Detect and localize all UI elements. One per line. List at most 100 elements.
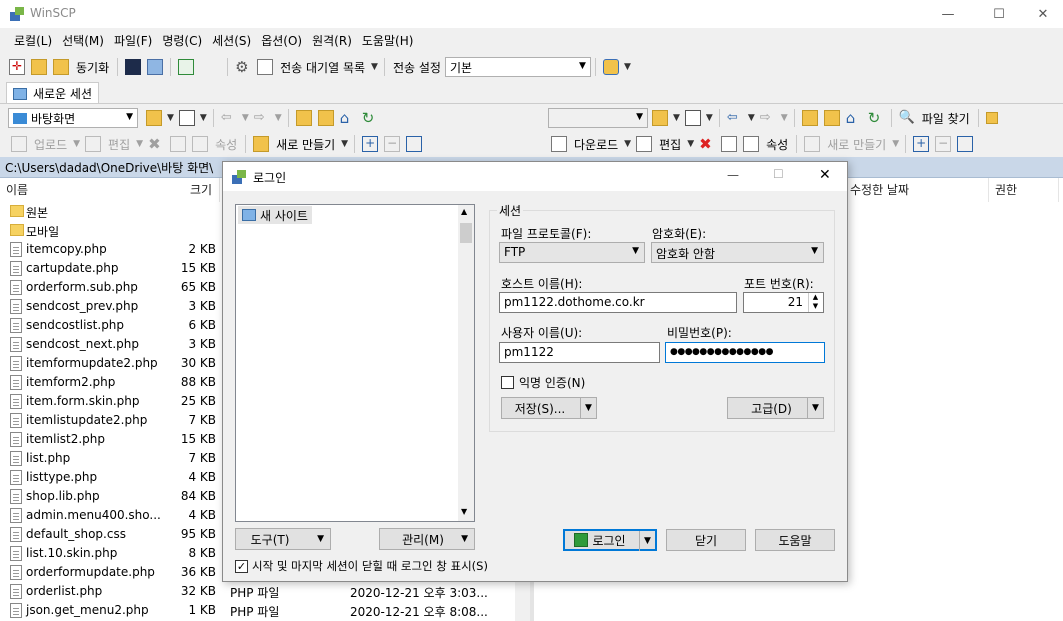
- checkbox-checked-icon[interactable]: ✓: [235, 559, 248, 573]
- find-files-button[interactable]: 파일 찾기: [922, 110, 970, 127]
- chevron-down-icon[interactable]: ▼: [136, 139, 143, 149]
- show-on-start-checkbox[interactable]: ✓ 시작 및 마지막 세션이 닫힐 때 로그인 창 표시(S): [235, 558, 488, 574]
- password-input[interactable]: ●●●●●●●●●●●●●●: [665, 342, 825, 363]
- chevron-down-icon[interactable]: ▼: [200, 113, 207, 123]
- chevron-down-icon[interactable]: ▼: [781, 113, 788, 123]
- back-icon[interactable]: ⇦: [221, 110, 237, 126]
- save-button[interactable]: 저장(S)... ▼: [501, 397, 597, 419]
- chevron-down-icon[interactable]: ▼: [275, 113, 282, 123]
- rename-icon[interactable]: [721, 136, 738, 152]
- manage-button[interactable]: 관리(M) ▼: [379, 528, 475, 550]
- properties-button[interactable]: 속성: [215, 136, 237, 153]
- table-row[interactable]: json.get_menu2.php 1 KB PHP 파일 2020-12-21 오…: [0, 601, 530, 620]
- new-button[interactable]: 새로 만들기: [827, 136, 886, 153]
- upload-button[interactable]: 업로드: [34, 136, 67, 153]
- refresh-icon[interactable]: [178, 59, 195, 75]
- scroll-thumb[interactable]: [460, 223, 472, 243]
- refresh-icon[interactable]: ↻: [362, 110, 378, 126]
- tab-new-session[interactable]: 새로운 세션: [6, 82, 100, 104]
- forward-icon[interactable]: ⇨: [254, 110, 270, 126]
- synchronize-button[interactable]: 동기화: [76, 59, 109, 76]
- host-input[interactable]: pm1122.dothome.co.kr: [499, 292, 737, 313]
- chevron-down-icon[interactable]: ▼: [687, 139, 694, 149]
- chevron-down-icon[interactable]: ▼: [673, 113, 680, 123]
- dialog-minimize-button[interactable]: —: [727, 168, 739, 182]
- queue-list-button[interactable]: 전송 대기열 목록: [280, 59, 365, 76]
- home-icon[interactable]: ⌂: [340, 110, 356, 126]
- unselect-icon[interactable]: −: [384, 136, 401, 152]
- chevron-down-icon[interactable]: ▼: [371, 62, 378, 72]
- menu-help[interactable]: 도움말(H): [357, 30, 419, 52]
- protocol-select[interactable]: FTP ▼: [499, 242, 645, 263]
- column-size[interactable]: 크기: [190, 178, 220, 202]
- advanced-button[interactable]: 고급(D) ▼: [727, 397, 824, 419]
- properties-button[interactable]: 속성: [766, 136, 788, 153]
- help-button[interactable]: 도움말: [755, 529, 835, 551]
- new-button[interactable]: 새로 만들기: [276, 136, 335, 153]
- putty-icon[interactable]: [147, 59, 164, 75]
- open-folder-icon[interactable]: [652, 110, 668, 126]
- compare-icon[interactable]: ✛: [9, 59, 25, 75]
- select-all-icon[interactable]: +: [913, 136, 930, 152]
- right-location-select[interactable]: ▼: [548, 108, 648, 128]
- download-button[interactable]: 다운로드: [574, 136, 618, 153]
- menu-file[interactable]: 파일(F): [109, 30, 157, 52]
- maximize-button[interactable]: ☐: [976, 0, 1022, 28]
- chevron-down-icon[interactable]: ▼: [748, 113, 755, 123]
- edit-button[interactable]: 편집: [108, 136, 130, 153]
- anonymous-checkbox[interactable]: 익명 인증(N): [501, 374, 585, 391]
- menu-session[interactable]: 세션(S): [207, 30, 256, 52]
- close-window-button[interactable]: ✕: [1020, 0, 1063, 28]
- menu-options[interactable]: 옵션(O): [256, 30, 307, 52]
- chevron-down-icon[interactable]: ▼: [242, 113, 249, 123]
- scroll-up-icon[interactable]: ▲: [461, 207, 467, 216]
- rename-icon[interactable]: [170, 136, 187, 152]
- edit-button[interactable]: 편집: [659, 136, 681, 153]
- home-icon[interactable]: ⌂: [846, 110, 862, 126]
- delete-icon[interactable]: ✖: [148, 136, 164, 152]
- scroll-down-icon[interactable]: ▼: [461, 507, 467, 516]
- gear-icon[interactable]: ⚙: [235, 59, 251, 75]
- filter-select-icon[interactable]: [957, 136, 974, 152]
- tools-button[interactable]: 도구(T) ▼: [235, 528, 331, 550]
- filter-icon[interactable]: [178, 110, 195, 126]
- synchronize-browse-icon[interactable]: [31, 59, 47, 75]
- forward-icon[interactable]: ⇨: [760, 110, 776, 126]
- menu-remote[interactable]: 원격(R): [307, 30, 357, 52]
- transfer-settings-select[interactable]: 기본 ▼: [444, 57, 591, 77]
- chevron-down-icon[interactable]: ▼: [341, 139, 348, 149]
- left-location-select[interactable]: 바탕화면 ▼: [8, 108, 138, 128]
- root-folder-icon[interactable]: [317, 110, 334, 126]
- chevron-down-icon[interactable]: ▼: [73, 139, 80, 149]
- chevron-down-icon[interactable]: ▼: [706, 113, 713, 123]
- chevron-down-icon[interactable]: ▼: [807, 398, 823, 418]
- chevron-down-icon[interactable]: ▼: [167, 113, 174, 123]
- transfer-options-icon[interactable]: [602, 59, 619, 75]
- console-icon[interactable]: [125, 59, 142, 75]
- parent-folder-icon[interactable]: [295, 110, 312, 126]
- column-modified[interactable]: 수정한 날짜: [844, 178, 989, 202]
- chevron-down-icon[interactable]: ▼: [639, 531, 655, 551]
- root-folder-icon[interactable]: [823, 110, 840, 126]
- encryption-select[interactable]: 암호화 안함 ▼: [651, 242, 824, 263]
- parent-folder-icon[interactable]: [801, 110, 818, 126]
- filter-select-icon[interactable]: [406, 136, 423, 152]
- table-row[interactable]: orderlist.php 32 KB PHP 파일 2020-12-21 오후 3:…: [0, 582, 530, 601]
- site-tree-scrollbar[interactable]: ▲ ▼: [458, 205, 474, 521]
- chevron-down-icon[interactable]: ▼: [624, 62, 631, 72]
- port-input[interactable]: 21 ▲ ▼: [743, 292, 824, 313]
- chevron-down-icon[interactable]: ▼: [624, 139, 631, 149]
- checkbox-unchecked-icon[interactable]: [501, 376, 514, 389]
- back-icon[interactable]: ⇦: [727, 110, 743, 126]
- chevron-down-icon[interactable]: ▼: [580, 398, 596, 418]
- menu-local[interactable]: 로컬(L): [9, 30, 57, 52]
- refresh-icon[interactable]: ↻: [868, 110, 884, 126]
- site-tree[interactable]: 새 사이트 ▲ ▼: [235, 204, 475, 522]
- dialog-close-button[interactable]: ✕: [819, 167, 831, 183]
- column-name[interactable]: 이름: [0, 178, 220, 202]
- minimize-button[interactable]: —: [925, 0, 971, 28]
- close-button[interactable]: 닫기: [666, 529, 746, 551]
- login-button[interactable]: 로그인 ▼: [563, 529, 657, 551]
- tree-icon[interactable]: [985, 112, 998, 124]
- column-rights[interactable]: 권한: [989, 178, 1059, 202]
